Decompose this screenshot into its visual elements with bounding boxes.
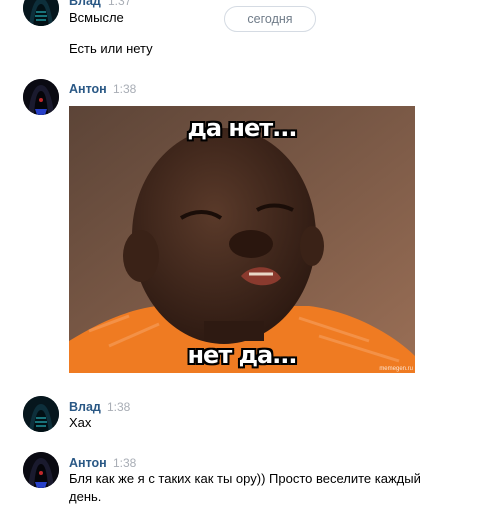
author-name[interactable]: Антон xyxy=(69,456,107,470)
message-text: день. xyxy=(69,489,102,504)
meme-watermark: memegen.ru xyxy=(379,366,413,372)
avatar[interactable] xyxy=(23,396,59,432)
avatar-hood-image xyxy=(23,0,59,26)
avatar[interactable] xyxy=(23,452,59,488)
author-name[interactable]: Антон xyxy=(69,82,107,96)
avatar-hooded-figure-image xyxy=(23,79,59,115)
avatar[interactable] xyxy=(23,79,59,115)
message-text: Есть или нету xyxy=(69,41,153,56)
message-time[interactable]: 1:38 xyxy=(113,82,136,96)
author-name[interactable]: Влад xyxy=(69,0,101,8)
message-time[interactable]: 1:38 xyxy=(113,456,136,470)
author-name[interactable]: Влад xyxy=(69,400,101,414)
meme-caption-bottom: нет да... xyxy=(187,341,297,369)
message-time[interactable]: 1:38 xyxy=(107,400,130,414)
meme-caption-top: да нет... xyxy=(187,114,297,142)
avatar[interactable] xyxy=(23,0,59,26)
message-time[interactable]: 1:37 xyxy=(108,0,131,8)
meme-picture xyxy=(69,106,415,373)
message-text: Бля как же я с таких как ты ору)) Просто… xyxy=(69,471,421,486)
avatar-hood-image xyxy=(23,396,59,432)
meme-image[interactable]: да нет... нет да... memegen.ru xyxy=(69,106,415,373)
message-text: Хах xyxy=(69,415,92,430)
avatar-hooded-figure-image xyxy=(23,452,59,488)
message-text: Всмысле xyxy=(69,10,124,25)
date-divider: сегодня xyxy=(224,6,316,32)
